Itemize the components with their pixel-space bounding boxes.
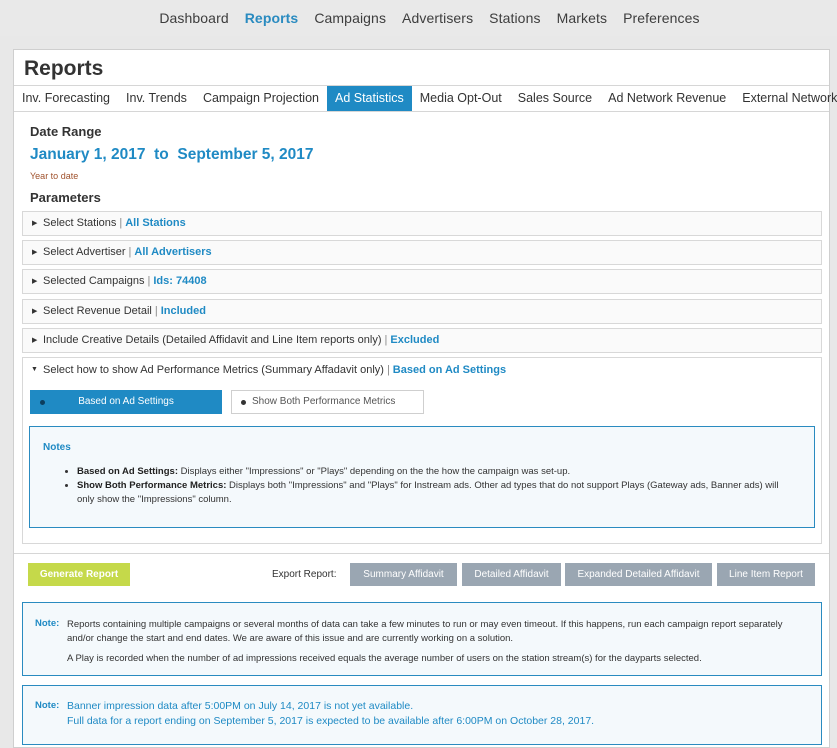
option-label: Based on Ad Settings (78, 396, 174, 407)
param-label: Selected Campaigns (43, 275, 145, 287)
notes-box: Notes Based on Ad Settings: Displays eit… (29, 426, 815, 528)
nav-reports[interactable]: Reports (245, 10, 299, 26)
notes-title: Notes (43, 442, 71, 453)
tab-campaign-projection[interactable]: Campaign Projection (195, 86, 327, 111)
param-performance-metrics: ▼ Select how to show Ad Performance Metr… (22, 357, 822, 544)
generate-report-button[interactable]: Generate Report (28, 563, 130, 586)
reports-panel: Reports Inv. Forecasting Inv. Trends Cam… (13, 49, 837, 748)
parameters-heading: Parameters (30, 190, 101, 205)
separator: | (384, 334, 388, 346)
export-report-label: Export Report: (272, 569, 337, 580)
caret-down-icon: ▼ (31, 366, 38, 373)
notes-term: Based on Ad Settings: (77, 466, 178, 477)
date-to: to (154, 146, 169, 163)
param-value: Ids: 74408 (153, 275, 207, 287)
note-text: Reports containing multiple campaigns or… (67, 619, 783, 644)
param-value: Based on Ad Settings (392, 364, 507, 376)
report-tabs: Inv. Forecasting Inv. Trends Campaign Pr… (14, 85, 837, 112)
tab-inv-forecasting[interactable]: Inv. Forecasting (14, 86, 118, 111)
timeout-note: Note: Reports containing multiple campai… (22, 602, 822, 676)
param-performance-metrics-header[interactable]: ▼ Select how to show Ad Performance Metr… (23, 358, 821, 382)
separator: | (147, 275, 151, 287)
param-creative-details[interactable]: ▶ Include Creative Details (Detailed Aff… (22, 328, 822, 353)
separator: | (386, 364, 390, 376)
radio-dot-icon (40, 400, 45, 405)
note-label: Note: (35, 618, 60, 629)
note-text: Full data for a report ending on Septemb… (67, 715, 595, 727)
tab-ad-network-revenue[interactable]: Ad Network Revenue (600, 86, 734, 111)
param-label: Select Revenue Detail (43, 305, 152, 317)
note-label: Note: (35, 700, 60, 711)
divider (14, 553, 829, 554)
date-range-sub: Year to date (30, 171, 79, 181)
nav-advertisers[interactable]: Advertisers (402, 10, 473, 26)
notes-item: Based on Ad Settings: Displays either "I… (77, 465, 797, 479)
nav-stations[interactable]: Stations (489, 10, 540, 26)
date-range-heading: Date Range (30, 124, 102, 139)
date-end[interactable]: September 5, 2017 (177, 146, 313, 164)
param-campaigns[interactable]: ▶ Selected Campaigns | Ids: 74408 (22, 269, 822, 294)
caret-right-icon: ▶ (32, 249, 38, 256)
param-label: Select Stations (43, 217, 117, 229)
note-text: Banner impression data after 5:00PM on J… (67, 700, 414, 712)
tab-external-network[interactable]: External Network (734, 86, 837, 111)
param-advertiser[interactable]: ▶ Select Advertiser | All Advertisers (22, 240, 822, 265)
param-value: All Stations (125, 217, 186, 229)
detailed-affidavit-button[interactable]: Detailed Affidavit (462, 563, 561, 586)
option-show-both-metrics[interactable]: Show Both Performance Metrics (231, 390, 424, 414)
nav-preferences[interactable]: Preferences (623, 10, 700, 26)
option-based-on-ad-settings[interactable]: Based on Ad Settings (30, 390, 222, 414)
radio-dot-icon (241, 400, 246, 405)
param-value: Included (160, 305, 206, 317)
top-nav: Dashboard Reports Campaigns Advertisers … (0, 0, 837, 36)
option-label: Show Both Performance Metrics (252, 396, 396, 407)
tab-inv-trends[interactable]: Inv. Trends (118, 86, 195, 111)
caret-right-icon: ▶ (32, 308, 38, 315)
caret-right-icon: ▶ (32, 278, 38, 285)
separator: | (119, 217, 123, 229)
param-revenue-detail[interactable]: ▶ Select Revenue Detail | Included (22, 299, 822, 324)
nav-markets[interactable]: Markets (557, 10, 608, 26)
param-label: Select how to show Ad Performance Metric… (43, 364, 384, 376)
note-text: A Play is recorded when the number of ad… (67, 653, 702, 664)
tab-ad-statistics[interactable]: Ad Statistics (326, 86, 412, 111)
caret-right-icon: ▶ (32, 337, 38, 344)
notes-item: Show Both Performance Metrics: Displays … (77, 479, 797, 507)
availability-note: Note: Banner impression data after 5:00P… (22, 685, 822, 745)
nav-dashboard[interactable]: Dashboard (159, 10, 228, 26)
separator: | (128, 246, 132, 258)
param-label: Include Creative Details (Detailed Affid… (43, 334, 382, 346)
notes-term: Show Both Performance Metrics: (77, 480, 227, 491)
notes-list: Based on Ad Settings: Displays either "I… (77, 465, 797, 507)
line-item-report-button[interactable]: Line Item Report (717, 563, 815, 586)
param-value: Excluded (390, 334, 440, 346)
date-start[interactable]: January 1, 2017 (30, 146, 145, 164)
param-stations[interactable]: ▶ Select Stations | All Stations (22, 211, 822, 236)
param-value: All Advertisers (134, 246, 212, 258)
tab-sales-source[interactable]: Sales Source (510, 86, 600, 111)
expanded-detailed-affidavit-button[interactable]: Expanded Detailed Affidavit (565, 563, 712, 586)
date-range-value[interactable]: January 1, 2017 to September 5, 2017 (30, 146, 314, 164)
tab-media-opt-out[interactable]: Media Opt-Out (412, 86, 510, 111)
param-label: Select Advertiser (43, 246, 126, 258)
nav-campaigns[interactable]: Campaigns (314, 10, 386, 26)
notes-text: Displays either "Impressions" or "Plays"… (178, 466, 571, 477)
caret-right-icon: ▶ (32, 220, 38, 227)
separator: | (154, 305, 158, 317)
summary-affidavit-button[interactable]: Summary Affidavit (350, 563, 457, 586)
page-title: Reports (24, 57, 104, 80)
